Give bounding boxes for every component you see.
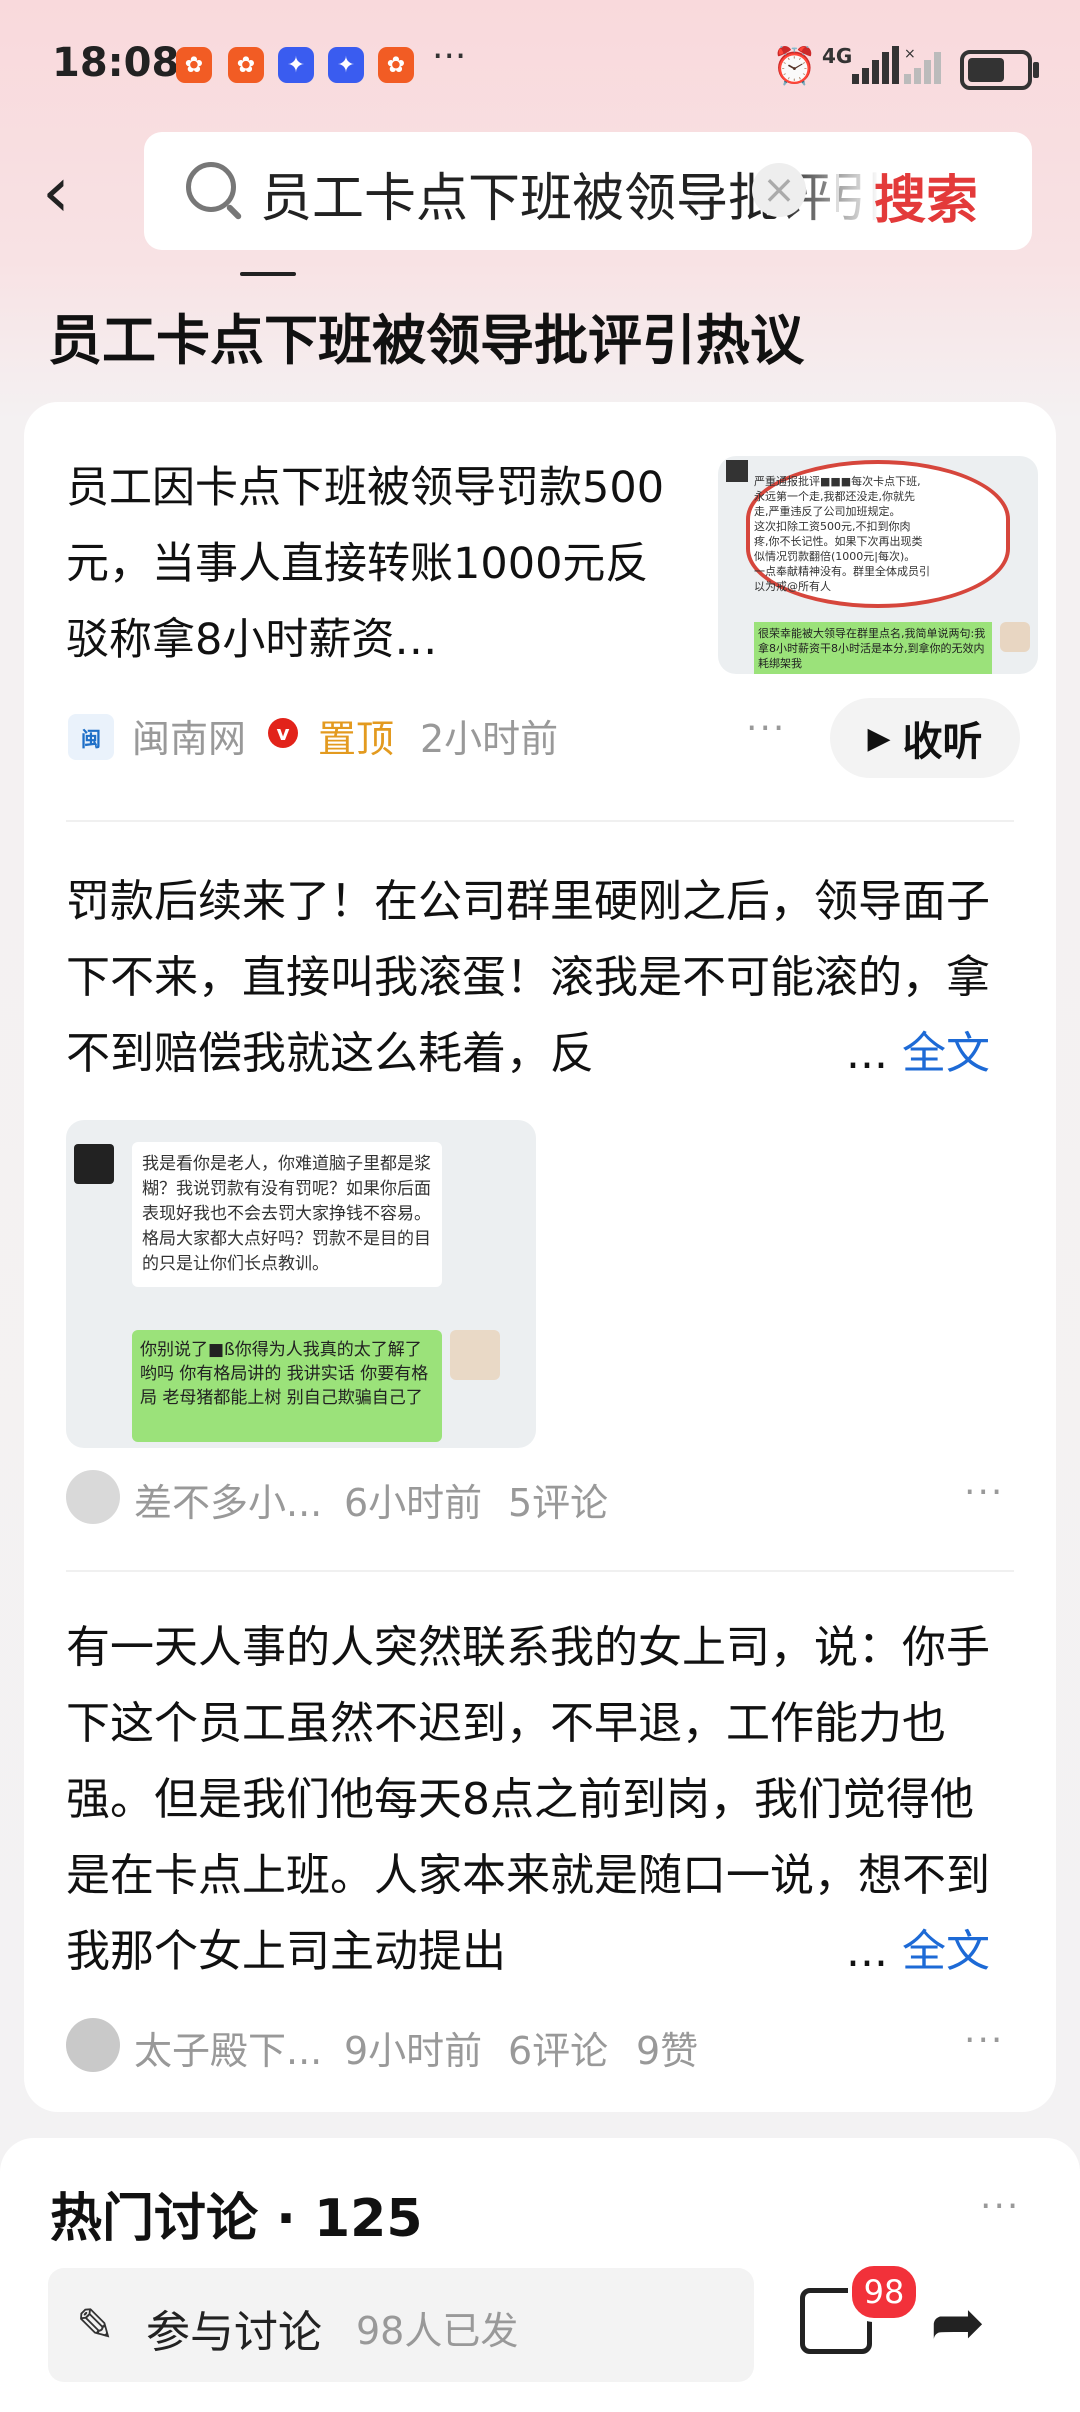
divider: [66, 1570, 1014, 1572]
back-button[interactable]: ‹: [42, 152, 102, 232]
divider: [836, 174, 839, 212]
thumb-line: 一点奉献精神没有。群里全体成员引: [754, 565, 930, 578]
participant-count: 98人已发: [356, 2309, 519, 2353]
comment-count[interactable]: 5评论: [508, 1472, 608, 1527]
pinned-label: 置顶: [318, 717, 395, 761]
source-name[interactable]: 闽南网: [132, 708, 246, 763]
status-time: 18:08: [52, 40, 180, 86]
search-button[interactable]: 搜索: [874, 158, 978, 233]
author-avatar[interactable]: [66, 2018, 120, 2072]
play-icon: ▶: [867, 720, 891, 756]
avatar: [74, 1144, 114, 1184]
avatar: [450, 1330, 500, 1380]
app-notification-icon: ✦: [328, 47, 364, 83]
post-time: 2小时前: [420, 717, 559, 761]
thumb-line: 走,严重违反了公司加班规定。: [754, 505, 901, 518]
full-text-link: 全文: [901, 1926, 990, 1977]
thumb-line: 以为戒@所有人: [754, 580, 831, 593]
page-title: 员工卡点下班被领导批评引热议: [48, 309, 804, 372]
comment-badge: 98: [848, 2262, 920, 2322]
article-title[interactable]: 员工因卡点下班被领导罚款500元，当事人直接转账1000元反驳称拿8小时薪资…: [66, 450, 666, 678]
section-title: 热门讨论 · 125: [50, 2189, 423, 2249]
content-card: 员工因卡点下班被领导罚款500元，当事人直接转账1000元反驳称拿8小时薪资… …: [24, 402, 1056, 2112]
search-icon: [186, 162, 236, 212]
status-bar: 18:08 ✿ ✿ ✦ ✦ ✿ ··· ⏰ 4G ×: [0, 0, 1080, 130]
pen-icon: ✎: [76, 2298, 115, 2352]
verified-icon: v: [268, 718, 298, 748]
avatar: [1000, 622, 1030, 652]
more-icon[interactable]: ···: [980, 2186, 1020, 2227]
post-image[interactable]: 我是看你是老人，你难道脑子里都是浆糊？我说罚款有没有罚呢？如果你后面表现好我也不…: [66, 1120, 536, 1448]
chat-bubble: 我是看你是老人，你难道脑子里都是浆糊？我说罚款有没有罚呢？如果你后面表现好我也不…: [132, 1142, 442, 1287]
thumb-line: 严重通报批评■■■每次卡点下班,: [754, 475, 921, 488]
post-time: 9小时前: [344, 2029, 483, 2073]
signal-2-icon: ×: [904, 46, 941, 84]
join-discussion-input[interactable]: ✎ 参与讨论 98人已发: [48, 2268, 754, 2382]
author-name[interactable]: 差不多小...: [134, 1472, 322, 1527]
clear-icon[interactable]: ×: [752, 163, 806, 217]
ellipsis: ...: [846, 1028, 888, 1079]
full-text-link: 全文: [901, 1028, 990, 1079]
thumb-line: 这次扣除工资500元,不扣到你肉: [754, 520, 911, 533]
article-thumbnail[interactable]: 严重通报批评■■■每次卡点下班, 永远第一个走,我都还没走,你就先 走,严重违反…: [718, 456, 1038, 674]
share-icon[interactable]: ➦: [930, 2284, 985, 2361]
ellipsis: ...: [846, 1926, 888, 1977]
comment-count[interactable]: 6评论: [508, 2020, 608, 2075]
input-label: 参与讨论: [146, 2307, 322, 2358]
divider: [66, 820, 1014, 822]
app-notification-icon: ✿: [378, 47, 414, 83]
listen-label: 收听: [902, 719, 983, 765]
app-notification-icon: ✦: [278, 47, 314, 83]
more-icon[interactable]: ···: [964, 2020, 1004, 2061]
thumb-line: 似情况罚款翻倍(1000元|每次)。: [754, 550, 916, 563]
source-logo: 闽: [68, 714, 114, 760]
signal-icon: [852, 46, 899, 84]
more-notifications-icon: ···: [432, 36, 467, 77]
like-count[interactable]: 9赞: [636, 2020, 698, 2075]
tab-indicator: [240, 272, 296, 276]
thumb-line: 疼,你不长记性。如果下次再出现类: [754, 535, 923, 548]
alarm-icon: ⏰: [772, 46, 817, 87]
thumb-line: 永远第一个走,我都还没走,你就先: [754, 490, 915, 503]
battery-icon: [960, 50, 1039, 90]
search-bar[interactable]: 员工卡点下班被领导批评引热议 × 搜索: [144, 132, 1032, 250]
more-icon[interactable]: ···: [964, 1472, 1004, 1513]
app-notification-icon: ✿: [176, 47, 212, 83]
more-icon[interactable]: ···: [746, 708, 786, 749]
listen-button[interactable]: ▶ 收听: [830, 698, 1020, 778]
expand-link[interactable]: ... 全文: [834, 1914, 990, 1990]
author-name[interactable]: 太子殿下...: [134, 2020, 322, 2075]
expand-link[interactable]: ... 全文: [834, 1016, 990, 1092]
thumb-reply: 很荣幸能被大领导在群里点名,我简单说两句:我拿8小时薪资干8小时活是本分,到拿你…: [754, 622, 992, 674]
svg-text:×: ×: [904, 46, 916, 62]
network-type: 4G: [822, 44, 853, 68]
app-notification-icon: ✿: [228, 47, 264, 83]
post-time: 6小时前: [344, 1481, 483, 1525]
chat-bubble: 你别说了■ß你得为人我真的太了解了 哟吗 你有格局讲的 我讲实话 你要有格局 老…: [132, 1330, 442, 1442]
author-avatar[interactable]: [66, 1470, 120, 1524]
hot-discussion-panel: 热门讨论 · 125 ··· ✎ 参与讨论 98人已发 98 ➦: [0, 2138, 1080, 2412]
